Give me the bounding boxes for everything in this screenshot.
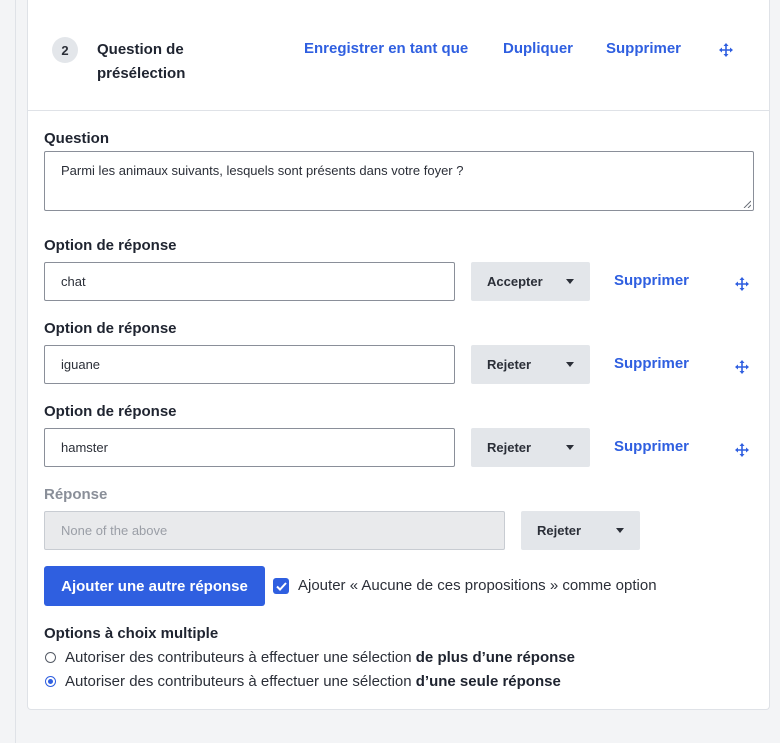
radio-label-emphasis: d’une seule réponse bbox=[415, 673, 561, 690]
duplicate-link[interactable]: Dupliquer bbox=[503, 40, 573, 57]
card-title: Question de présélection bbox=[97, 41, 186, 82]
move-icon[interactable] bbox=[735, 360, 749, 374]
add-none-checkbox[interactable] bbox=[273, 578, 289, 594]
none-action-value: Rejeter bbox=[537, 523, 582, 538]
answer-option-value: iguane bbox=[61, 357, 101, 372]
move-icon[interactable] bbox=[735, 443, 749, 457]
answer-action-value: Accepter bbox=[487, 274, 543, 289]
step-number-badge: 2 bbox=[52, 37, 78, 63]
question-text: Parmi les animaux suivants, lesquels son… bbox=[61, 163, 464, 178]
answer-action-value: Rejeter bbox=[487, 357, 532, 372]
chevron-down-icon bbox=[566, 362, 574, 367]
radio-single-answer-label: Autoriser des contributeurs à effectuer … bbox=[65, 673, 561, 690]
answer-option-input[interactable]: hamster bbox=[44, 428, 455, 467]
chevron-down-icon bbox=[566, 279, 574, 284]
add-none-checkbox-label: Ajouter « Aucune de ces propositions » c… bbox=[298, 577, 657, 594]
question-textarea[interactable]: Parmi les animaux suivants, lesquels son… bbox=[44, 151, 754, 211]
answer-action-select[interactable]: Rejeter bbox=[471, 345, 590, 384]
multiple-choice-title: Options à choix multiple bbox=[44, 625, 219, 642]
radio-multiple-answers[interactable] bbox=[45, 652, 56, 663]
answer-option-input[interactable]: iguane bbox=[44, 345, 455, 384]
question-label: Question bbox=[44, 130, 110, 147]
radio-label-emphasis: de plus d’une réponse bbox=[415, 649, 575, 666]
screener-question-card: 2 Question de présélection Enregistrer e… bbox=[27, 0, 770, 710]
delete-answer-link[interactable]: Supprimer bbox=[614, 272, 689, 289]
radio-multiple-answers-label: Autoriser des contributeurs à effectuer … bbox=[65, 649, 575, 666]
chevron-down-icon bbox=[566, 445, 574, 450]
none-option-label: Réponse bbox=[44, 486, 108, 503]
add-answer-button[interactable]: Ajouter une autre réponse bbox=[44, 566, 265, 606]
move-icon[interactable] bbox=[719, 43, 733, 57]
checkmark-icon bbox=[275, 581, 287, 591]
move-icon[interactable] bbox=[735, 277, 749, 291]
answer-option-value: chat bbox=[61, 274, 86, 289]
radio-label-prefix: Autoriser des contributeurs à effectuer … bbox=[65, 649, 416, 666]
delete-answer-link[interactable]: Supprimer bbox=[614, 438, 689, 455]
delete-answer-link[interactable]: Supprimer bbox=[614, 355, 689, 372]
radio-single-answer[interactable] bbox=[45, 676, 56, 687]
radio-label-prefix: Autoriser des contributeurs à effectuer … bbox=[65, 673, 416, 690]
none-option-input: None of the above bbox=[44, 511, 505, 550]
resize-grip-icon[interactable] bbox=[743, 200, 751, 208]
answer-option-value: hamster bbox=[61, 440, 108, 455]
save-as-link[interactable]: Enregistrer en tant que bbox=[304, 40, 468, 57]
answer-option-label: Option de réponse bbox=[44, 237, 177, 254]
answer-action-select[interactable]: Accepter bbox=[471, 262, 590, 301]
card-header: 2 Question de présélection Enregistrer e… bbox=[28, 0, 769, 111]
answer-action-select[interactable]: Rejeter bbox=[471, 428, 590, 467]
delete-question-link[interactable]: Supprimer bbox=[606, 40, 681, 57]
answer-option-input[interactable]: chat bbox=[44, 262, 455, 301]
none-action-select[interactable]: Rejeter bbox=[521, 511, 640, 550]
chevron-down-icon bbox=[616, 528, 624, 533]
answer-option-label: Option de réponse bbox=[44, 403, 177, 420]
none-option-value: None of the above bbox=[61, 523, 168, 538]
answer-option-label: Option de réponse bbox=[44, 320, 177, 337]
answer-action-value: Rejeter bbox=[487, 440, 532, 455]
page-divider bbox=[15, 0, 16, 743]
